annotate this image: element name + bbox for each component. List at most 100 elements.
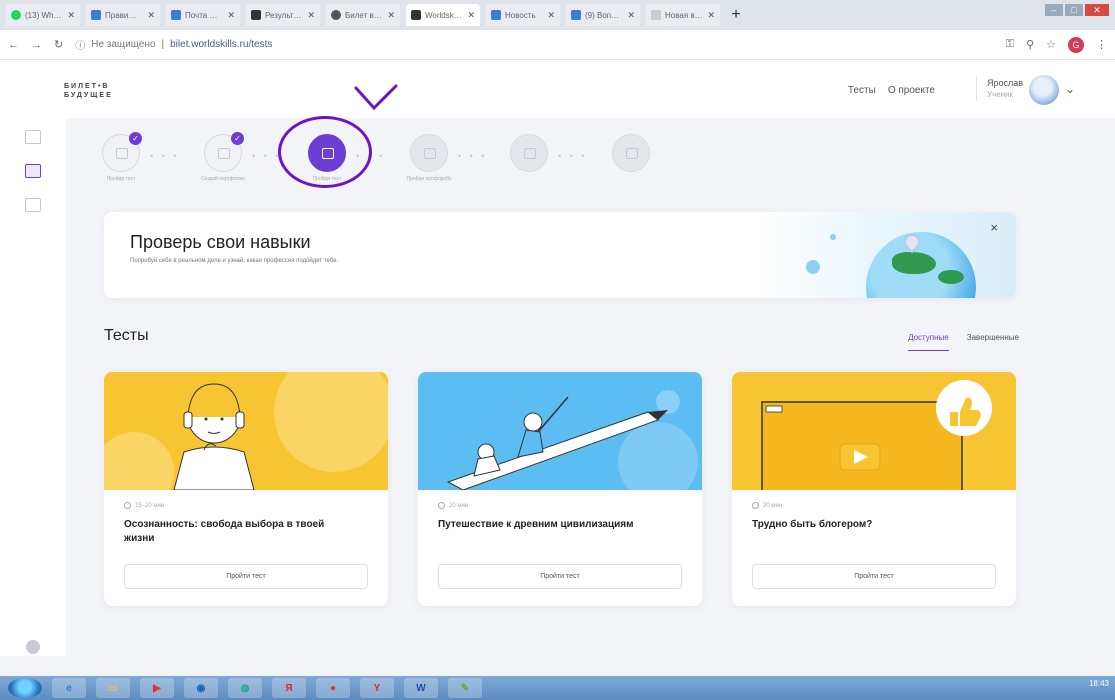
start-test-button[interactable]: Пройти тест <box>124 564 368 589</box>
close-tab-icon[interactable]: ✕ <box>307 10 315 21</box>
section-title: Тесты <box>104 327 149 344</box>
card-illustration <box>732 372 1016 490</box>
step-4[interactable] <box>410 134 448 172</box>
test-card[interactable]: 15–20 мин Осознанность: свобода выбора в… <box>104 372 388 606</box>
tab-favicon <box>331 10 341 20</box>
browser-tab[interactable]: (13) Wha… ✕ <box>6 4 80 26</box>
tab-favicon <box>251 10 261 20</box>
step-6[interactable] <box>612 134 650 172</box>
step-label: Пройди тест <box>106 176 136 182</box>
close-tab-icon[interactable]: ✕ <box>227 10 235 21</box>
user-avatar[interactable] <box>1029 75 1059 105</box>
taskbar-app-yandex-icon[interactable]: Я <box>272 678 306 698</box>
browser-tab-active[interactable]: Worldsk… ✕ <box>406 4 480 26</box>
maximize-icon[interactable]: □ <box>1065 4 1083 16</box>
step-2[interactable]: ✓ <box>204 132 244 172</box>
whatsapp-icon <box>11 10 21 20</box>
taskbar-app-explorer-icon[interactable]: ▭ <box>96 678 130 698</box>
test-card[interactable]: 20 мин Путешествие к древним цивилизация… <box>418 372 702 606</box>
test-card[interactable]: 20 мин Трудно быть блогером? Пройти тест <box>732 372 1016 606</box>
step-label: Пройди профпробу <box>406 176 452 182</box>
tab-completed[interactable]: Завершенные <box>967 333 1019 351</box>
card-title[interactable]: Осознанность: свобода выбора в твоей жиз… <box>124 518 354 546</box>
browser-profile-avatar[interactable]: G <box>1068 36 1084 53</box>
header-nav: Тесты О проекте <box>848 85 935 96</box>
taskbar-app-paint-icon[interactable]: ✎ <box>448 678 482 698</box>
key-icon[interactable]: ⚿ <box>1006 38 1014 51</box>
start-test-button[interactable]: Пройти тест <box>438 564 682 589</box>
taskbar-app-network-icon[interactable]: ◍ <box>228 678 262 698</box>
card-illustration <box>104 372 388 490</box>
taskbar-app-chrome-icon[interactable]: ● <box>316 678 350 698</box>
new-tab-button[interactable]: + <box>726 5 746 25</box>
tab-favicon <box>411 10 421 20</box>
os-taskbar: e ▭ ▶ ◉ ◍ Я ● Y W ✎ 18:43 <box>0 676 1115 700</box>
portfolio-icon[interactable] <box>25 198 41 212</box>
taskbar-app-player-icon[interactable]: ◉ <box>184 678 218 698</box>
tab-available[interactable]: Доступные <box>908 333 949 351</box>
taskbar-app-ie-icon[interactable]: e <box>52 678 86 698</box>
step-label: Создай портфолио <box>200 176 246 182</box>
minimize-icon[interactable]: – <box>1045 4 1063 16</box>
security-label: Не защищено <box>91 39 156 50</box>
lock-icon <box>424 148 436 159</box>
close-tab-icon[interactable]: ✕ <box>627 10 635 21</box>
skills-banner: Проверь свои навыки Попробуй себя в реал… <box>104 212 1016 298</box>
test-cards: 15–20 мин Осознанность: свобода выбора в… <box>104 372 1016 606</box>
bookmark-star-icon[interactable]: ☆ <box>1046 38 1056 51</box>
card-title[interactable]: Трудно быть блогером? <box>752 518 982 532</box>
annotation-circle <box>278 116 372 188</box>
close-icon[interactable]: × <box>990 220 998 235</box>
close-tab-icon[interactable]: ✕ <box>707 10 715 21</box>
tab-favicon <box>171 10 181 20</box>
step-1[interactable]: ✓ <box>102 132 142 172</box>
card-duration: 20 мин <box>438 502 468 509</box>
browser-tab[interactable]: Билет в б…✕ <box>326 4 400 26</box>
home-icon[interactable] <box>25 130 41 144</box>
user-info[interactable]: Ярослав Ученик <box>975 77 1023 101</box>
close-tab-icon[interactable]: ✕ <box>147 10 155 21</box>
help-icon[interactable] <box>26 640 40 654</box>
tab-favicon <box>491 10 501 20</box>
start-test-button[interactable]: Пройти тест <box>752 564 996 589</box>
globe-illustration <box>756 212 1016 298</box>
close-tab-icon[interactable]: ✕ <box>67 10 75 21</box>
taskbar-app-media-icon[interactable]: ▶ <box>140 678 174 698</box>
url-field[interactable]: ⓘ Не защищено | bilet.worldskills.ru/tes… <box>75 34 993 56</box>
info-icon: ⓘ <box>75 41 86 52</box>
step-5[interactable] <box>510 134 548 172</box>
nav-link-tests[interactable]: Тесты <box>848 85 876 96</box>
browser-tab[interactable]: Новая вкладк…✕ <box>646 4 720 26</box>
browser-tab[interactable]: Почта M… ✕ <box>166 4 240 26</box>
browser-tab[interactable]: Прави… ✕ <box>86 4 160 26</box>
url-text: bilet.worldskills.ru/tests <box>170 39 273 50</box>
browser-tab[interactable]: (9) Вопро…✕ <box>566 4 640 26</box>
zoom-icon[interactable]: ⚲ <box>1026 38 1034 51</box>
girl-with-headphones-illustration <box>104 372 388 490</box>
back-icon[interactable]: ← <box>8 39 19 51</box>
site-logo[interactable]: БИЛЕТ•В БУДУЩЕЕ <box>64 82 113 100</box>
card-duration: 15–20 мин <box>124 502 164 509</box>
card-title[interactable]: Путешествие к древним цивилизациям <box>438 518 668 532</box>
chevron-down-icon[interactable]: ⌄ <box>1065 82 1075 96</box>
close-tab-icon[interactable]: ✕ <box>467 10 475 21</box>
blogger-video-illustration <box>761 380 992 490</box>
forward-icon[interactable]: → <box>31 39 42 51</box>
start-button[interactable] <box>8 678 42 698</box>
lock-icon <box>626 148 638 159</box>
check-icon: ✓ <box>231 132 244 145</box>
browser-menu-icon[interactable]: ⋮ <box>1096 38 1107 51</box>
taskbar-app-word-icon[interactable]: W <box>404 678 438 698</box>
tests-icon[interactable] <box>25 164 41 178</box>
browser-tab[interactable]: Новость ✕ <box>486 4 560 26</box>
window-close-icon[interactable]: ✕ <box>1085 4 1109 16</box>
reload-icon[interactable]: ↻ <box>54 38 63 51</box>
browser-tab[interactable]: Результ… ✕ <box>246 4 320 26</box>
annotation-checkmark <box>354 84 398 111</box>
card-duration: 20 мин <box>752 502 782 509</box>
system-clock[interactable]: 18:43 <box>1089 679 1109 688</box>
close-tab-icon[interactable]: ✕ <box>547 10 555 21</box>
nav-link-about[interactable]: О проекте <box>888 85 935 96</box>
close-tab-icon[interactable]: ✕ <box>387 10 395 21</box>
taskbar-app-yandex-browser-icon[interactable]: Y <box>360 678 394 698</box>
